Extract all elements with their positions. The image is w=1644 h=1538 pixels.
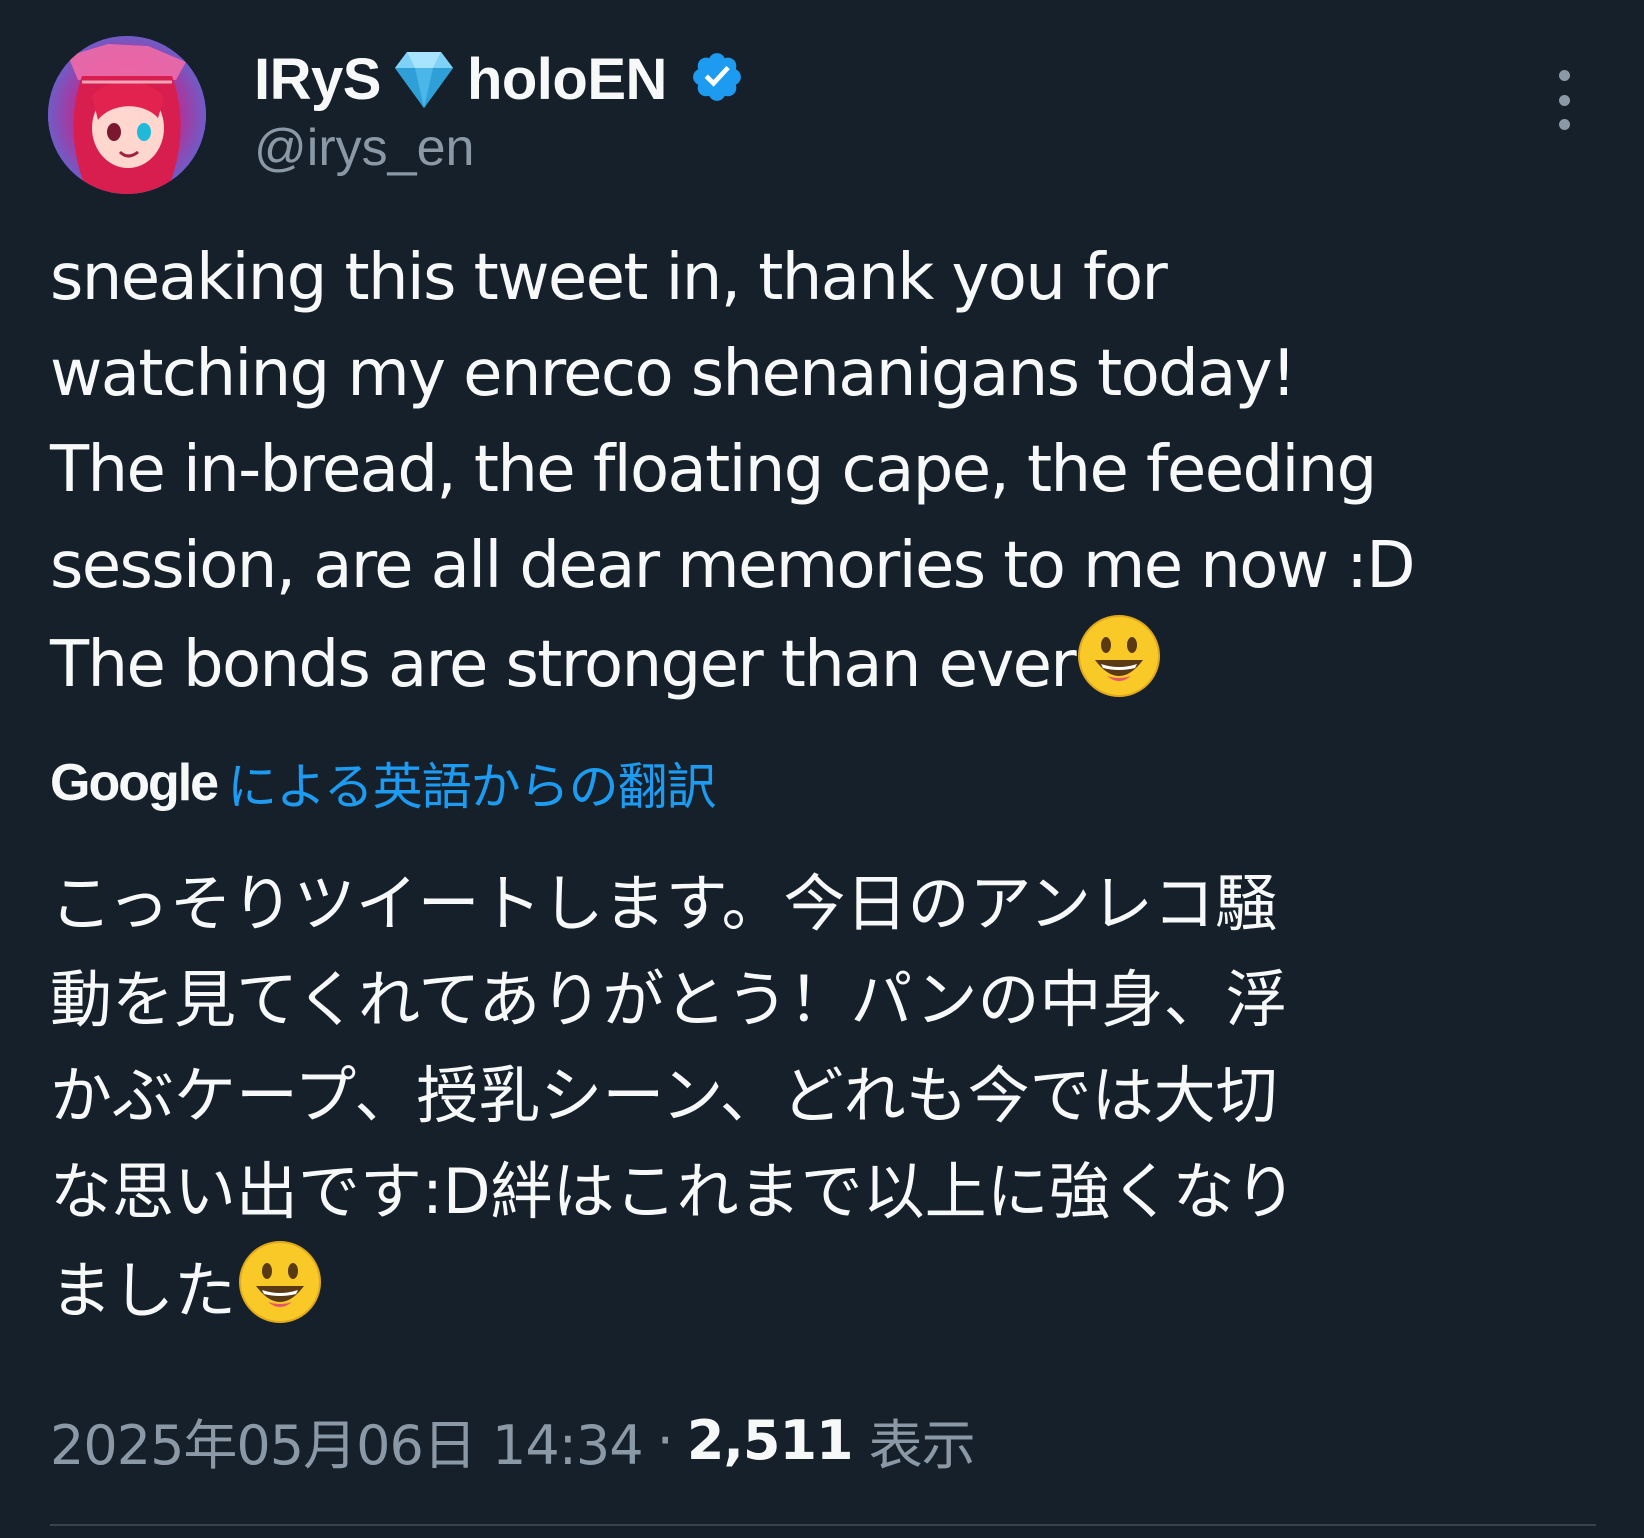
divider	[50, 1524, 1596, 1526]
tweet-text-line: The in-bread, the floating cape, the fee…	[50, 433, 1377, 507]
translation-provider: Google	[50, 754, 219, 812]
tweet-text-line: watching my enreco shenanigans today!	[50, 337, 1297, 411]
smiley-face-emoji	[238, 1240, 322, 1324]
translated-text-line: な思い出です:D絆はこれまで以上に強くなり	[50, 1155, 1297, 1228]
tweet-timestamp[interactable]: 2025年05月06日 14:34	[50, 1401, 644, 1480]
meta-separator: ·	[656, 1408, 674, 1472]
views-label: 表示	[868, 1413, 976, 1477]
more-options-button[interactable]	[1546, 70, 1582, 130]
translation-source-link[interactable]: による英語からの翻訳	[227, 747, 716, 819]
avatar-image	[48, 36, 206, 194]
tweet-text-line: sneaking this tweet in, thank you for	[50, 241, 1168, 315]
views-count[interactable]: 2,511	[687, 1409, 854, 1472]
display-name-part1: IRyS	[254, 46, 381, 112]
display-name-part2: holoEN	[466, 46, 667, 112]
display-name[interactable]: IRyS holoEN	[254, 41, 667, 112]
translated-text-line-last: ました	[50, 1240, 1620, 1339]
smiley-face-emoji	[1077, 614, 1161, 698]
translated-text-line: 動を見てくれてありがとう！パンの中身、浮	[50, 963, 1288, 1036]
translation-label: Google による英語からの翻訳	[50, 747, 717, 819]
display-name-row[interactable]: IRyS holoEN	[254, 40, 745, 114]
translated-text-line: かぶケープ、授乳シーン、どれも今では大切	[50, 1059, 1278, 1132]
translated-text-line: ました	[50, 1254, 237, 1327]
verified-badge-icon[interactable]	[689, 49, 745, 105]
tweet-text: sneaking this tweet in, thank you for wa…	[50, 230, 1620, 713]
more-options-icon-dot	[1558, 94, 1570, 106]
translated-text-line: こっそりツイートします。今日のアンレコ騒	[50, 867, 1277, 940]
tweet-detail: IRyS holoEN @irys_en sneaking this tweet…	[0, 0, 1644, 1538]
tweet-text-line: The bonds are stronger than ever	[50, 628, 1077, 702]
user-handle[interactable]: @irys_en	[254, 118, 745, 178]
tweet-text-line-last: The bonds are stronger than ever	[50, 614, 1620, 713]
tweet-text-line: session, are all dear memories to me now…	[50, 529, 1416, 603]
author-header: IRyS holoEN @irys_en	[254, 40, 745, 178]
more-options-icon-dot	[1558, 119, 1570, 130]
tweet-meta: 2025年05月06日 14:34 · 2,511 表示	[50, 1400, 976, 1480]
avatar[interactable]	[48, 36, 206, 194]
translated-text: こっそりツイートします。今日のアンレコ騒 動を見てくれてありがとう！パンの中身、…	[50, 856, 1620, 1339]
more-options-icon	[1558, 70, 1570, 81]
gem-icon	[385, 46, 463, 112]
